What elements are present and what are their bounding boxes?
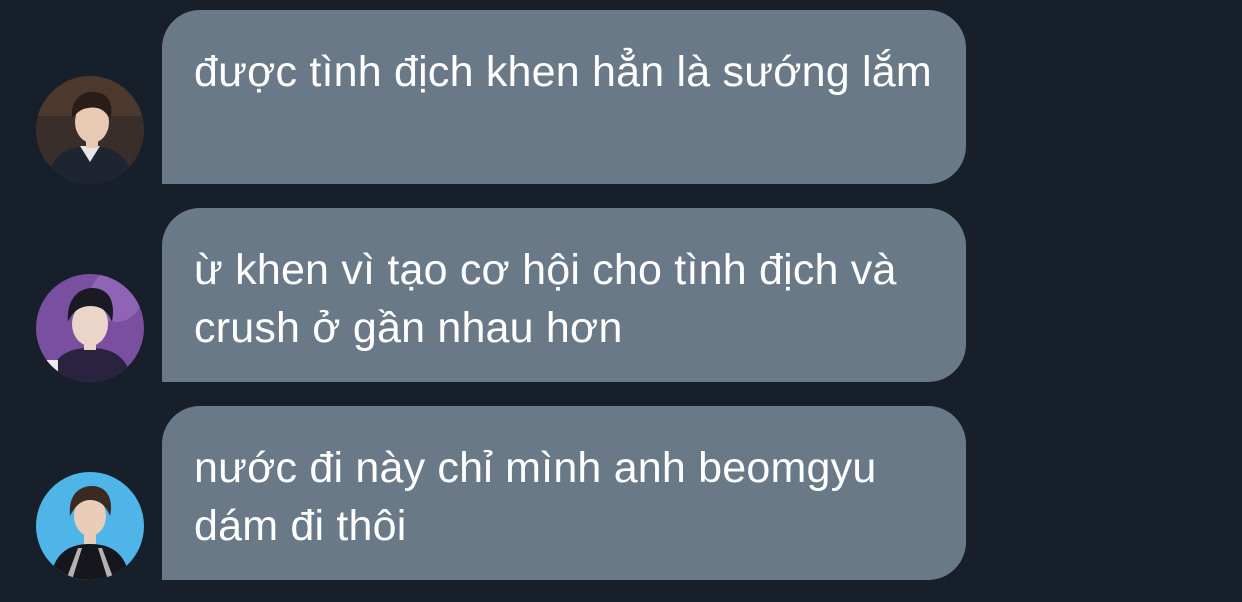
avatar-image-1 bbox=[36, 76, 144, 184]
chat-thread: được tình địch khen hẳn là sướng lắm ừ k… bbox=[0, 0, 1242, 602]
avatar-image-2 bbox=[36, 274, 144, 382]
user-avatar-icon[interactable] bbox=[36, 274, 144, 382]
avatar-image-3 bbox=[36, 472, 144, 580]
user-avatar-icon[interactable] bbox=[36, 472, 144, 580]
message-row: nước đi này chỉ mình anh beomgyu dám đi … bbox=[0, 406, 1242, 582]
message-row: được tình địch khen hẳn là sướng lắm bbox=[0, 10, 1242, 186]
message-bubble[interactable]: nước đi này chỉ mình anh beomgyu dám đi … bbox=[162, 406, 966, 580]
message-row: ừ khen vì tạo cơ hội cho tình địch và cr… bbox=[0, 208, 1242, 384]
message-bubble[interactable]: ừ khen vì tạo cơ hội cho tình địch và cr… bbox=[162, 208, 966, 382]
message-text: ừ khen vì tạo cơ hội cho tình địch và cr… bbox=[194, 246, 897, 352]
message-text: được tình địch khen hẳn là sướng lắm bbox=[194, 48, 932, 96]
message-text: nước đi này chỉ mình anh beomgyu dám đi … bbox=[194, 444, 877, 550]
message-bubble[interactable]: được tình địch khen hẳn là sướng lắm bbox=[162, 10, 966, 184]
user-avatar-icon[interactable] bbox=[36, 76, 144, 184]
